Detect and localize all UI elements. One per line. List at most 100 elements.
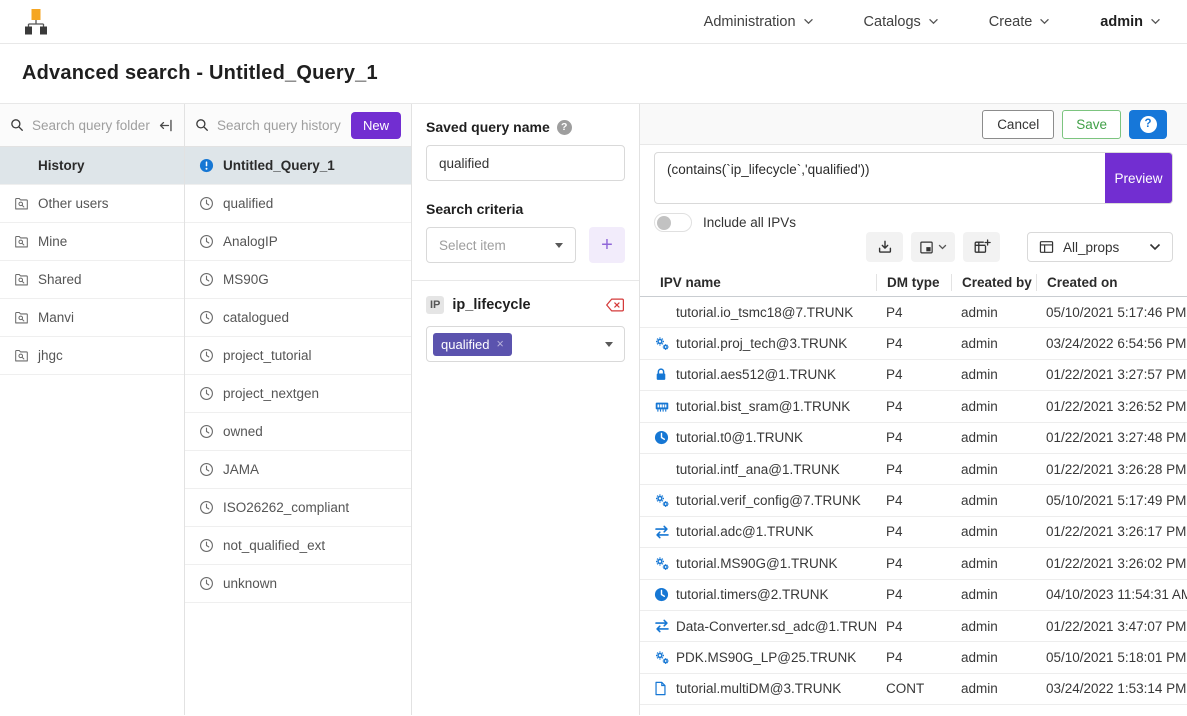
- folder-item[interactable]: Mine: [0, 223, 184, 261]
- created-by-cell: admin: [951, 462, 1036, 477]
- query-history-item[interactable]: unknown: [185, 565, 411, 603]
- ipv-name-cell: tutorial.verif_config@7.TRUNK: [676, 493, 876, 508]
- table-row[interactable]: tutorial.t0@1.TRUNK P4 admin 01/22/2021 …: [640, 423, 1187, 454]
- table-row[interactable]: tutorial.MS90G@1.TRUNK P4 admin 01/22/20…: [640, 548, 1187, 579]
- actions-bar: Cancel Save ?: [640, 104, 1187, 145]
- history-search-input[interactable]: [217, 118, 343, 133]
- col-header-dm-type[interactable]: DM type: [876, 274, 951, 291]
- created-by-cell: admin: [951, 524, 1036, 539]
- clock-icon: [199, 234, 214, 249]
- table-toolbar: All_props: [654, 232, 1173, 262]
- download-button[interactable]: [866, 232, 903, 262]
- nav-menu-item[interactable]: admin: [1100, 14, 1161, 30]
- criteria-value-select[interactable]: qualified ×: [426, 326, 625, 362]
- dm-type-cell: P4: [876, 524, 951, 539]
- clock-icon: [199, 196, 214, 211]
- clock-icon: [199, 576, 214, 591]
- toggle-knob: [657, 216, 671, 230]
- nav-menu-item[interactable]: Administration: [704, 14, 814, 30]
- ipv-name-cell: tutorial.proj_tech@3.TRUNK: [676, 336, 876, 351]
- remove-criteria-icon[interactable]: [605, 297, 625, 313]
- query-history-item[interactable]: MS90G: [185, 261, 411, 299]
- created-by-cell: admin: [951, 650, 1036, 665]
- created-by-cell: admin: [951, 587, 1036, 602]
- created-on-cell: 03/24/2022 6:54:56 PM: [1036, 336, 1187, 351]
- export-image-button[interactable]: [911, 232, 955, 262]
- save-button[interactable]: Save: [1062, 110, 1121, 139]
- query-history-item[interactable]: project_tutorial: [185, 337, 411, 375]
- new-query-button[interactable]: New: [351, 112, 401, 139]
- table-row[interactable]: Data-Converter.sd_adc@1.TRUNK P4 admin 0…: [640, 611, 1187, 642]
- criteria-select[interactable]: Select item: [426, 227, 576, 263]
- table-row[interactable]: tutorial.verif_config@7.TRUNK P4 admin 0…: [640, 485, 1187, 516]
- dm-type-cell: P4: [876, 430, 951, 445]
- query-history-item[interactable]: AnalogIP: [185, 223, 411, 261]
- col-header-ipv-name[interactable]: IPV name: [660, 274, 876, 291]
- preview-button[interactable]: Preview: [1105, 153, 1172, 203]
- nav-menu-item[interactable]: Catalogs: [864, 14, 939, 30]
- table-icon: [1039, 240, 1054, 254]
- folder-item[interactable]: Manvi: [0, 299, 184, 337]
- table-body: tutorial.io_tsmc18@7.TRUNK P4 admin 05/1…: [640, 297, 1187, 705]
- folder-item[interactable]: Other users: [0, 185, 184, 223]
- table-row[interactable]: PDK.MS90G_LP@25.TRUNK P4 admin 05/10/202…: [640, 642, 1187, 673]
- created-by-cell: admin: [951, 367, 1036, 382]
- created-on-cell: 01/22/2021 3:26:17 PM: [1036, 524, 1187, 539]
- folder-item[interactable]: jhgc: [0, 337, 184, 375]
- add-criteria-button[interactable]: +: [589, 227, 625, 263]
- table-row[interactable]: tutorial.proj_tech@3.TRUNK P4 admin 03/2…: [640, 328, 1187, 359]
- query-history-item[interactable]: owned: [185, 413, 411, 451]
- query-expression-text[interactable]: (contains(`ip_lifecycle`,'qualified')): [655, 153, 1105, 203]
- ip-badge: IP: [426, 296, 444, 314]
- nav-menu-item[interactable]: Create: [989, 14, 1051, 30]
- add-column-button[interactable]: [963, 232, 1000, 262]
- remove-tag-icon[interactable]: ×: [496, 337, 503, 351]
- col-header-created-on[interactable]: Created on: [1036, 274, 1187, 291]
- created-by-cell: admin: [951, 399, 1036, 414]
- query-history-item[interactable]: JAMA: [185, 451, 411, 489]
- table-row[interactable]: tutorial.bist_sram@1.TRUNK P4 admin 01/2…: [640, 391, 1187, 422]
- collapse-panel-icon[interactable]: [158, 118, 174, 133]
- clock-icon: [199, 310, 214, 325]
- table-row[interactable]: tutorial.multiDM@3.TRUNK CONT admin 03/2…: [640, 674, 1187, 705]
- ipv-name-cell: tutorial.io_tsmc18@7.TRUNK: [676, 305, 876, 320]
- page-title: Advanced search - Untitled_Query_1: [22, 62, 378, 85]
- query-history-item[interactable]: qualified: [185, 185, 411, 223]
- query-history-item[interactable]: Untitled_Query_1: [185, 147, 411, 185]
- dm-type-cell: P4: [876, 650, 951, 665]
- query-history-item[interactable]: ISO26262_compliant: [185, 489, 411, 527]
- clock-icon: [199, 500, 214, 515]
- query-expression-box: (contains(`ip_lifecycle`,'qualified')) P…: [654, 152, 1173, 204]
- dm-type-cell: P4: [876, 399, 951, 414]
- memory-icon: [654, 399, 676, 414]
- saved-query-name-input[interactable]: [426, 145, 625, 181]
- nav-menus: Administration Catalogs Create a: [704, 14, 1161, 30]
- ipv-name-cell: tutorial.t0@1.TRUNK: [676, 430, 876, 445]
- query-history-item[interactable]: project_nextgen: [185, 375, 411, 413]
- ipv-name-cell: PDK.MS90G_LP@25.TRUNK: [676, 650, 876, 665]
- table-row[interactable]: tutorial.timers@2.TRUNK P4 admin 04/10/2…: [640, 580, 1187, 611]
- title-bar: Advanced search - Untitled_Query_1: [0, 44, 1187, 104]
- help-button[interactable]: ?: [1129, 110, 1167, 139]
- table-row[interactable]: tutorial.intf_ana@1.TRUNK P4 admin 01/22…: [640, 454, 1187, 485]
- props-dropdown[interactable]: All_props: [1027, 232, 1173, 262]
- query-history-item[interactable]: not_qualified_ext: [185, 527, 411, 565]
- include-all-ipvs-toggle[interactable]: [654, 213, 692, 232]
- table-row[interactable]: tutorial.io_tsmc18@7.TRUNK P4 admin 05/1…: [640, 297, 1187, 328]
- table-row[interactable]: tutorial.aes512@1.TRUNK P4 admin 01/22/2…: [640, 360, 1187, 391]
- help-icon[interactable]: ?: [557, 120, 572, 135]
- props-dropdown-value: All_props: [1063, 240, 1119, 255]
- dm-type-cell: P4: [876, 367, 951, 382]
- created-on-cell: 04/10/2023 11:54:31 AM: [1036, 587, 1187, 602]
- gears-icon: [654, 556, 676, 571]
- table-row[interactable]: tutorial.adc@1.TRUNK P4 admin 01/22/2021…: [640, 517, 1187, 548]
- folder-item[interactable]: Shared: [0, 261, 184, 299]
- cancel-button[interactable]: Cancel: [982, 110, 1054, 139]
- folder-item[interactable]: History: [0, 147, 184, 185]
- dm-type-cell: P4: [876, 305, 951, 320]
- col-header-created-by[interactable]: Created by: [951, 274, 1036, 291]
- query-history-item[interactable]: catalogued: [185, 299, 411, 337]
- top-nav: Administration Catalogs Create a: [0, 0, 1187, 44]
- app-logo-icon[interactable]: [20, 6, 52, 38]
- folders-search-input[interactable]: [32, 118, 150, 133]
